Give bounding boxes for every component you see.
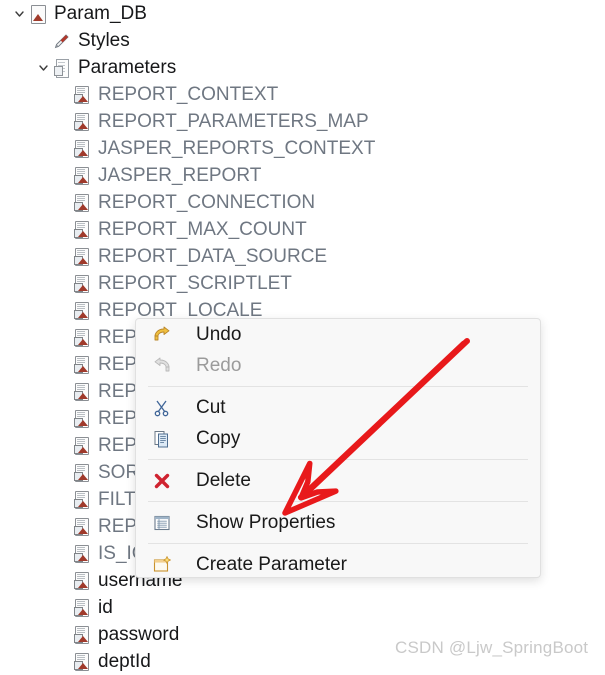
tree-item-label: REPORT_CONNECTION: [98, 192, 316, 213]
menu-item-label: Show Properties: [196, 511, 336, 533]
menu-item-delete[interactable]: Delete: [136, 465, 540, 496]
menu-item-label: Delete: [196, 469, 251, 491]
menu-item-copy[interactable]: Copy: [136, 423, 540, 454]
tree-item-label: REPORT_SCRIPTLET: [98, 273, 292, 294]
tree-item[interactable]: REPORT_SCRIPTLET: [0, 270, 296, 297]
tree-item[interactable]: REPORT_PARAMETERS_MAP: [0, 108, 373, 135]
menu-item-label: Create Parameter: [196, 553, 348, 575]
parameter-icon: [72, 463, 92, 483]
tree-item[interactable]: Param_DB: [0, 0, 151, 27]
tree-item[interactable]: Parameters: [0, 54, 180, 81]
menu-item-undo[interactable]: Undo: [136, 319, 540, 350]
tree-item[interactable]: REPORT_CONTEXT: [0, 81, 282, 108]
menu-item-label: Redo: [196, 354, 242, 376]
parameter-icon: [72, 112, 92, 132]
parameter-icon: [72, 328, 92, 348]
parameter-icon: [72, 544, 92, 564]
chevron-down-icon[interactable]: [10, 0, 28, 27]
new-parameter-icon: [150, 554, 178, 576]
parameter-icon: [72, 625, 92, 645]
menu-item-redo: Redo: [136, 350, 540, 381]
menu-item-label: Undo: [196, 323, 242, 345]
menu-item-cut[interactable]: Cut: [136, 392, 540, 423]
parameter-icon: [72, 85, 92, 105]
parameter-icon: [72, 409, 92, 429]
parameter-icon: [72, 382, 92, 402]
parameter-icon: [72, 436, 92, 456]
report-icon: [28, 4, 48, 24]
menu-item-show-properties[interactable]: Show Properties: [136, 507, 540, 538]
tree-item-label: REPORT_DATA_SOURCE: [98, 246, 328, 267]
parameter-icon: [72, 166, 92, 186]
menu-separator: [148, 459, 528, 460]
tree-item[interactable]: id: [0, 594, 117, 621]
watermark-text: CSDN @Ljw_SpringBoot: [395, 638, 589, 657]
parameter-icon: [72, 274, 92, 294]
pencil-icon: [52, 31, 72, 51]
tree-item-label: JASPER_REPORTS_CONTEXT: [98, 138, 376, 159]
parameter-icon: [72, 139, 92, 159]
properties-table-icon: [150, 512, 178, 534]
tree-item-label: REPORT_CONTEXT: [98, 84, 279, 105]
parameter-icon: [72, 517, 92, 537]
menu-separator: [148, 501, 528, 502]
parameter-icon: [72, 355, 92, 375]
parameter-icon: [72, 193, 92, 213]
delete-x-icon: [150, 470, 178, 492]
menu-item-create-parameter[interactable]: Create Parameter: [136, 549, 540, 577]
menu-separator: [148, 543, 528, 544]
chevron-down-icon[interactable]: [34, 54, 52, 81]
tree-item-label: Param_DB: [54, 3, 147, 24]
parameters-folder-icon: [52, 58, 72, 78]
tree-item-label: id: [98, 597, 113, 618]
tree-item-label: Parameters: [78, 57, 177, 78]
tree-item-label: REPORT_PARAMETERS_MAP: [98, 111, 369, 132]
copy-icon: [150, 428, 178, 450]
tree-item[interactable]: Styles: [0, 27, 134, 54]
tree-item-label: Styles: [78, 30, 130, 51]
parameter-icon: [72, 652, 92, 672]
undo-icon: [150, 324, 178, 346]
tree-item-label: deptId: [98, 651, 151, 672]
menu-item-label: Copy: [196, 427, 241, 449]
redo-icon: [150, 355, 178, 377]
parameter-icon: [72, 301, 92, 321]
tree-item-label: REPORT_MAX_COUNT: [98, 219, 307, 240]
tree-item[interactable]: password: [0, 621, 183, 648]
parameter-icon: [72, 490, 92, 510]
tree-item[interactable]: REPORT_CONNECTION: [0, 189, 319, 216]
parameter-icon: [72, 571, 92, 591]
menu-separator: [148, 386, 528, 387]
tree-item[interactable]: JASPER_REPORTS_CONTEXT: [0, 135, 379, 162]
tree-item[interactable]: REPORT_MAX_COUNT: [0, 216, 311, 243]
tree-item[interactable]: REPORT_DATA_SOURCE: [0, 243, 331, 270]
parameter-icon: [72, 220, 92, 240]
menu-item-label: Cut: [196, 396, 226, 418]
tree-item[interactable]: JASPER_REPORT: [0, 162, 265, 189]
tree-item-label: JASPER_REPORT: [98, 165, 262, 186]
context-menu: Undo Redo Cut Copy Delete Show Properties Crea…: [135, 318, 541, 578]
parameter-icon: [72, 598, 92, 618]
tree-item-label: password: [98, 624, 180, 645]
parameter-icon: [72, 247, 92, 267]
scissors-icon: [150, 397, 178, 419]
tree-item[interactable]: deptId: [0, 648, 155, 675]
